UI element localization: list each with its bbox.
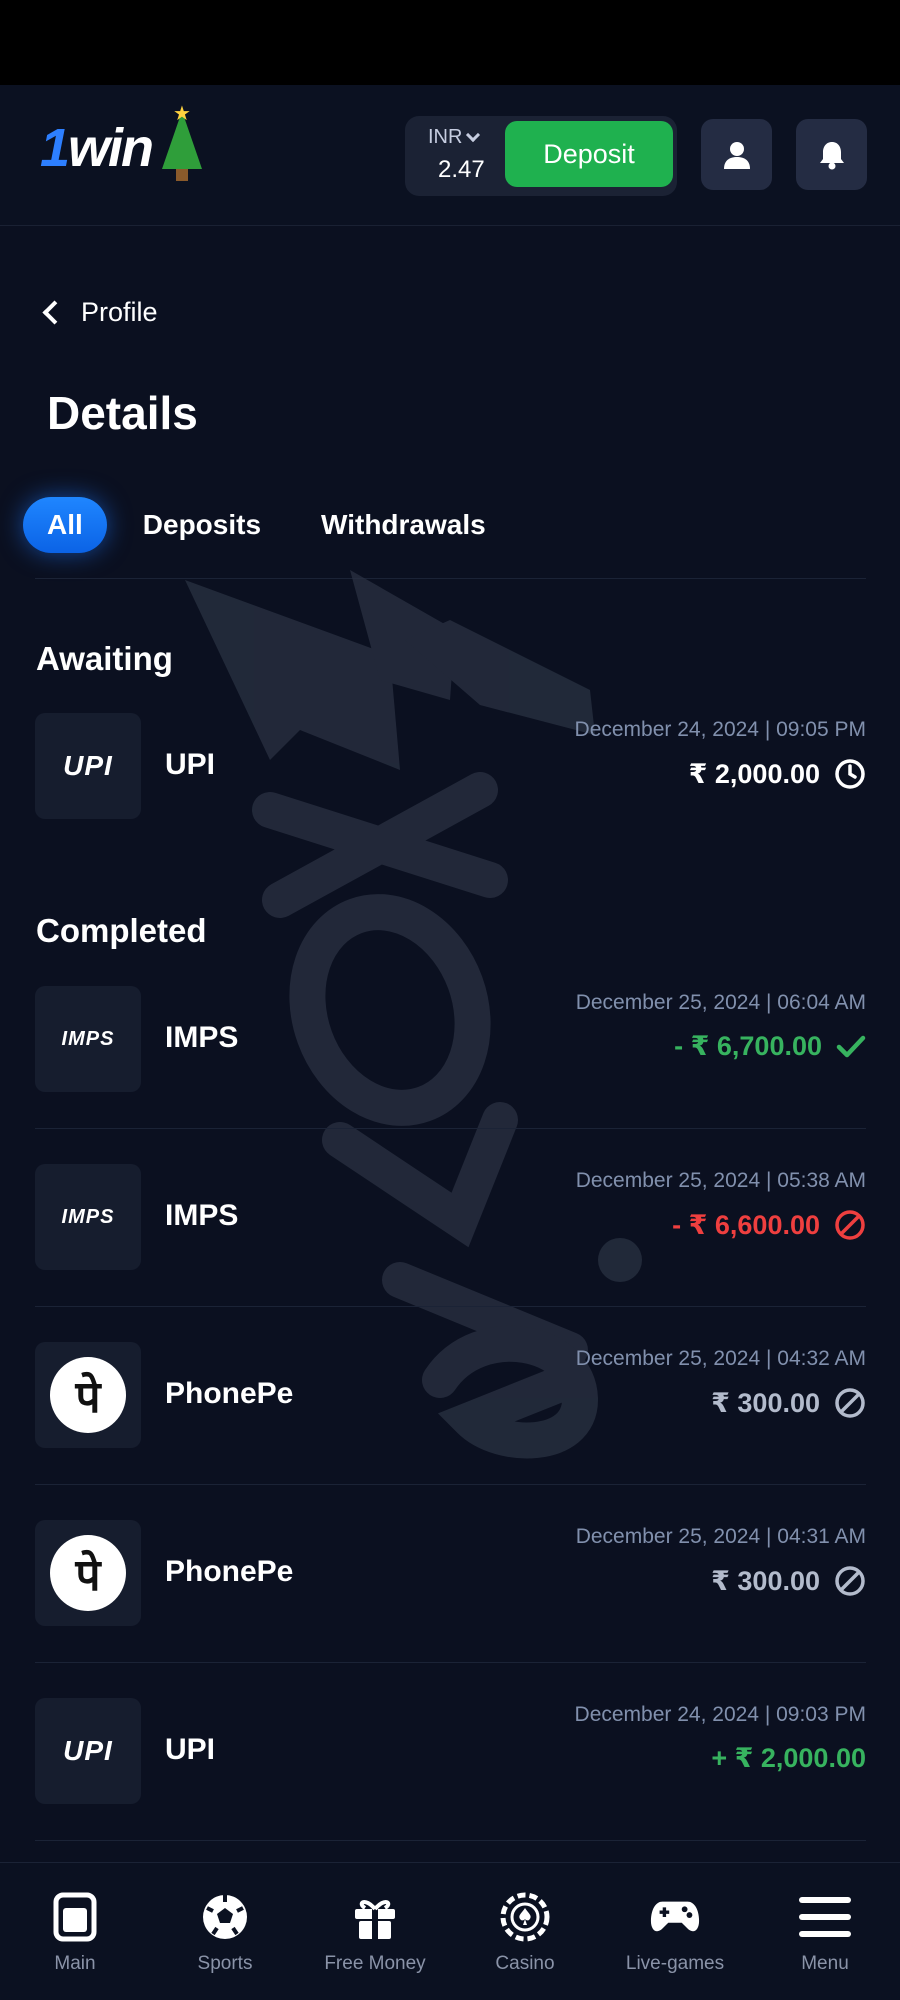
transaction-amount: + ₹ 2,000.00 xyxy=(711,1743,866,1773)
back-label: Profile xyxy=(81,297,158,327)
clock-icon xyxy=(835,759,865,789)
transaction-row[interactable]: UPI UPI December 24, 2024 | 09:03 PM + ₹… xyxy=(35,1663,866,1841)
tab-withdrawals[interactable]: Withdrawals xyxy=(321,497,486,553)
payment-method: IMPS xyxy=(165,1021,239,1054)
bell-icon xyxy=(819,141,844,169)
hamburger-icon xyxy=(799,1891,851,1943)
nav-sports[interactable]: Sports xyxy=(150,1863,300,2000)
transaction-date: December 24, 2024 | 09:03 PM xyxy=(574,1703,866,1726)
nav-free-money[interactable]: Free Money xyxy=(300,1863,450,2000)
transaction-amount: - ₹ 6,700.00 xyxy=(674,1031,866,1062)
payment-method: IMPS xyxy=(165,1199,239,1232)
divider xyxy=(35,578,866,579)
phonepe-logo-icon: पे xyxy=(35,1342,141,1448)
transaction-row[interactable]: UPI UPI December 24, 2024 | 09:05 PM ₹ 2… xyxy=(35,678,866,856)
payment-method: UPI xyxy=(165,1733,216,1766)
gamepad-icon xyxy=(649,1891,701,1943)
transaction-date: December 24, 2024 | 09:05 PM xyxy=(574,718,866,741)
user-icon xyxy=(723,141,750,169)
check-icon xyxy=(836,1035,866,1057)
transaction-date: December 25, 2024 | 04:31 AM xyxy=(575,1525,866,1548)
profile-button[interactable] xyxy=(701,119,772,190)
transaction-amount: ₹ 300.00 xyxy=(711,1565,866,1597)
transaction-amount: ₹ 2,000.00 xyxy=(689,758,866,790)
filter-tabs: All Deposits Withdrawals xyxy=(23,497,486,553)
balance-amount: 2.47 xyxy=(438,156,485,183)
forbidden-icon xyxy=(835,1566,865,1596)
back-to-profile[interactable]: Profile xyxy=(38,297,158,328)
nav-live-games[interactable]: Live-games xyxy=(600,1863,750,2000)
star-icon: ★ xyxy=(173,103,191,125)
status-bar xyxy=(0,0,900,85)
payment-method: UPI xyxy=(165,748,216,781)
nav-menu[interactable]: Menu xyxy=(750,1863,900,2000)
nav-main[interactable]: Main xyxy=(0,1863,150,2000)
transaction-date: December 25, 2024 | 06:04 AM xyxy=(575,991,866,1014)
soccer-ball-icon xyxy=(199,1891,251,1943)
bottom-navigation: Main Sports Free Money Casino Live-games… xyxy=(0,1862,900,2000)
top-header: 1win ★ INR 2.47 Deposit xyxy=(0,85,900,226)
payment-method: PhonePe xyxy=(165,1377,294,1410)
transaction-row[interactable]: IMPS IMPS December 25, 2024 | 06:04 AM -… xyxy=(35,951,866,1129)
page-title: Details xyxy=(47,387,198,439)
transaction-date: December 25, 2024 | 05:38 AM xyxy=(575,1169,866,1192)
phonepe-logo-icon: पे xyxy=(35,1520,141,1626)
christmas-tree-trunk xyxy=(176,169,188,181)
section-completed: Completed xyxy=(36,912,207,949)
imps-logo-icon: IMPS xyxy=(35,1164,141,1270)
forbidden-icon xyxy=(835,1388,865,1418)
brand-logo[interactable]: 1win ★ xyxy=(40,103,202,183)
chevron-left-icon xyxy=(42,300,67,325)
forbidden-icon xyxy=(835,1210,865,1240)
main-icon xyxy=(49,1891,101,1943)
tab-deposits[interactable]: Deposits xyxy=(143,497,261,553)
transaction-date: December 25, 2024 | 04:32 AM xyxy=(575,1347,866,1370)
upi-logo-icon: UPI xyxy=(35,713,141,819)
notifications-button[interactable] xyxy=(796,119,867,190)
gift-icon xyxy=(349,1891,401,1943)
section-awaiting: Awaiting xyxy=(36,640,173,677)
transaction-row[interactable]: IMPS IMPS December 25, 2024 | 05:38 AM -… xyxy=(35,1129,866,1307)
transaction-amount: - ₹ 6,600.00 xyxy=(672,1209,866,1241)
upi-logo-icon: UPI xyxy=(35,1698,141,1804)
imps-logo-icon: IMPS xyxy=(35,986,141,1092)
currency-selector[interactable]: INR xyxy=(428,126,481,149)
casino-chip-icon xyxy=(499,1891,551,1943)
deposit-button[interactable]: Deposit xyxy=(505,121,673,187)
nav-casino[interactable]: Casino xyxy=(450,1863,600,2000)
logo-wordmark: 1win xyxy=(40,118,154,178)
transaction-amount: ₹ 300.00 xyxy=(711,1387,866,1419)
transaction-row[interactable]: पे PhonePe December 25, 2024 | 04:31 AM … xyxy=(35,1485,866,1663)
payment-method: PhonePe xyxy=(165,1555,294,1588)
transaction-row[interactable]: पे PhonePe December 25, 2024 | 04:32 AM … xyxy=(35,1307,866,1485)
chevron-down-icon xyxy=(466,127,481,142)
tab-all[interactable]: All xyxy=(23,497,107,553)
